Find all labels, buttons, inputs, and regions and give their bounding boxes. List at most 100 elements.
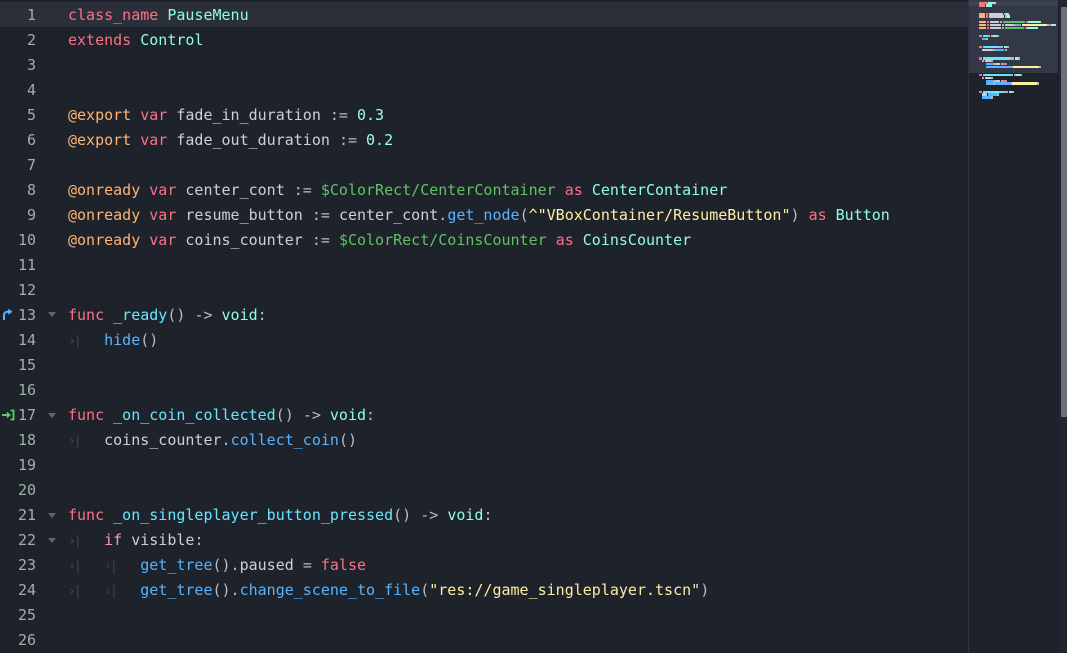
line-number[interactable]: 3	[16, 56, 36, 74]
code-text[interactable]: class_name PauseMenu	[68, 6, 968, 24]
token-sp	[312, 181, 321, 199]
minimap-token-bar	[990, 24, 1001, 26]
fold-arrow-slot[interactable]	[36, 413, 68, 418]
code-area[interactable]: 1 class_name PauseMenu 2 extends Control 3 4 5…	[0, 2, 968, 653]
line-number[interactable]: 23	[16, 556, 36, 574]
code-text[interactable]: @onready var center_cont := $ColorRect/C…	[68, 181, 968, 199]
fold-chevron-icon[interactable]	[48, 312, 56, 317]
code-line[interactable]: 16	[0, 377, 968, 402]
code-text[interactable]: ›|hide()	[68, 331, 968, 349]
code-line[interactable]: 7	[0, 152, 968, 177]
code-line[interactable]: 8 @onready var center_cont := $ColorRect/…	[0, 177, 968, 202]
line-number[interactable]: 8	[16, 181, 36, 199]
code-text[interactable]: func _on_coin_collected() -> void:	[68, 406, 968, 424]
code-text[interactable]: @export var fade_out_duration := 0.2	[68, 131, 968, 149]
code-line[interactable]: 3	[0, 52, 968, 77]
line-number[interactable]: 19	[16, 456, 36, 474]
code-line[interactable]: 15	[0, 352, 968, 377]
connected-signal-icon[interactable]	[1, 408, 15, 422]
code-line[interactable]: 12	[0, 277, 968, 302]
code-text[interactable]: func _on_singleplayer_button_pressed() -…	[68, 506, 968, 524]
code-line[interactable]: 21 func _on_singleplayer_button_pressed()…	[0, 503, 968, 528]
fold-arrow-slot[interactable]	[36, 538, 68, 543]
tab-indicator: ›|	[68, 334, 104, 349]
code-line[interactable]: 2 extends Control	[0, 27, 968, 52]
code-line[interactable]: 1 class_name PauseMenu	[0, 2, 968, 27]
code-line[interactable]: 25	[0, 603, 968, 628]
code-line[interactable]: 18 ›|coins_counter.collect_coin()	[0, 428, 968, 453]
code-line[interactable]: 26	[0, 628, 968, 653]
code-text[interactable]: @onready var resume_button := center_con…	[68, 206, 968, 224]
code-text[interactable]: ›|›|get_tree().change_scene_to_file("res…	[68, 581, 968, 599]
code-line[interactable]: 13 func _ready() -> void:	[0, 302, 968, 327]
line-number[interactable]: 14	[16, 331, 36, 349]
code-line[interactable]: 14 ›|hide()	[0, 327, 968, 352]
line-number[interactable]: 11	[16, 256, 36, 274]
code-line[interactable]: 17 func _on_coin_collected() -> void:	[0, 403, 968, 428]
token-kw: var	[149, 181, 176, 199]
line-number[interactable]: 9	[16, 206, 36, 224]
minimap-token-bar	[997, 93, 999, 95]
fold-arrow-slot[interactable]	[36, 513, 68, 518]
line-number[interactable]: 17	[16, 406, 36, 424]
line-number[interactable]: 6	[16, 131, 36, 149]
code-line[interactable]: 23 ›|›|get_tree().paused = false	[0, 553, 968, 578]
code-text[interactable]: func _ready() -> void:	[68, 306, 968, 324]
code-line[interactable]: 11	[0, 252, 968, 277]
line-number[interactable]: 10	[16, 231, 36, 249]
token-sp	[140, 206, 149, 224]
code-text[interactable]: ›|coins_counter.collect_coin()	[68, 431, 968, 449]
minimap-token-bar	[979, 74, 982, 76]
token-sp	[330, 131, 339, 149]
line-number[interactable]: 22	[16, 531, 36, 549]
scrollbar-grabber[interactable]	[1061, 7, 1067, 417]
line-number[interactable]: 7	[16, 156, 36, 174]
code-text[interactable]: ›|›|get_tree().paused = false	[68, 556, 968, 574]
code-line[interactable]: 20	[0, 478, 968, 503]
gutter-icon-slot[interactable]	[0, 308, 16, 322]
minimap-token-bar	[1007, 15, 1010, 17]
code-text[interactable]: extends Control	[68, 31, 968, 49]
code-text[interactable]: @onready var coins_counter := $ColorRect…	[68, 231, 968, 249]
code-line[interactable]: 6 @export var fade_out_duration := 0.2	[0, 127, 968, 152]
line-number[interactable]: 5	[16, 106, 36, 124]
code-line[interactable]: 9 @onready var resume_button := center_co…	[0, 202, 968, 227]
line-number[interactable]: 1	[16, 6, 36, 24]
method-override-icon[interactable]	[1, 308, 15, 322]
line-number[interactable]: 20	[16, 481, 36, 499]
minimap-token-bar	[1003, 63, 1007, 65]
line-number[interactable]: 26	[16, 631, 36, 649]
token-type: CenterContainer	[592, 181, 727, 199]
fold-chevron-icon[interactable]	[48, 538, 56, 543]
fold-chevron-icon[interactable]	[48, 513, 56, 518]
line-number[interactable]: 12	[16, 281, 36, 299]
code-line[interactable]: 5 @export var fade_in_duration := 0.3	[0, 102, 968, 127]
minimap-token-bar	[995, 82, 1011, 84]
code-text[interactable]: ›|if visible:	[68, 531, 968, 549]
code-line[interactable]: 19	[0, 453, 968, 478]
minimap-token-bar	[979, 4, 985, 6]
code-text[interactable]: @export var fade_in_duration := 0.3	[68, 106, 968, 124]
code-line[interactable]: 4	[0, 77, 968, 102]
vertical-scrollbar[interactable]	[1059, 0, 1067, 653]
minimap[interactable]	[969, 0, 1058, 653]
fold-chevron-icon[interactable]	[48, 413, 56, 418]
minimap-token-bar	[986, 4, 992, 6]
line-number[interactable]: 2	[16, 31, 36, 49]
line-number[interactable]: 13	[16, 306, 36, 324]
token-sp	[294, 406, 303, 424]
line-number[interactable]: 18	[16, 431, 36, 449]
line-number[interactable]: 15	[16, 356, 36, 374]
fold-arrow-slot[interactable]	[36, 312, 68, 317]
code-line[interactable]: 22 ›|if visible:	[0, 528, 968, 553]
line-number[interactable]: 4	[16, 81, 36, 99]
token-fcall: get_node	[447, 206, 519, 224]
gutter-icon-slot[interactable]	[0, 408, 16, 422]
line-number[interactable]: 25	[16, 606, 36, 624]
code-line[interactable]: 24 ›|›|get_tree().change_scene_to_file("r…	[0, 578, 968, 603]
code-line[interactable]: 10 @onready var coins_counter := $ColorRe…	[0, 227, 968, 252]
line-number[interactable]: 21	[16, 506, 36, 524]
minimap-token-bar	[1011, 74, 1013, 76]
line-number[interactable]: 24	[16, 581, 36, 599]
line-number[interactable]: 16	[16, 381, 36, 399]
